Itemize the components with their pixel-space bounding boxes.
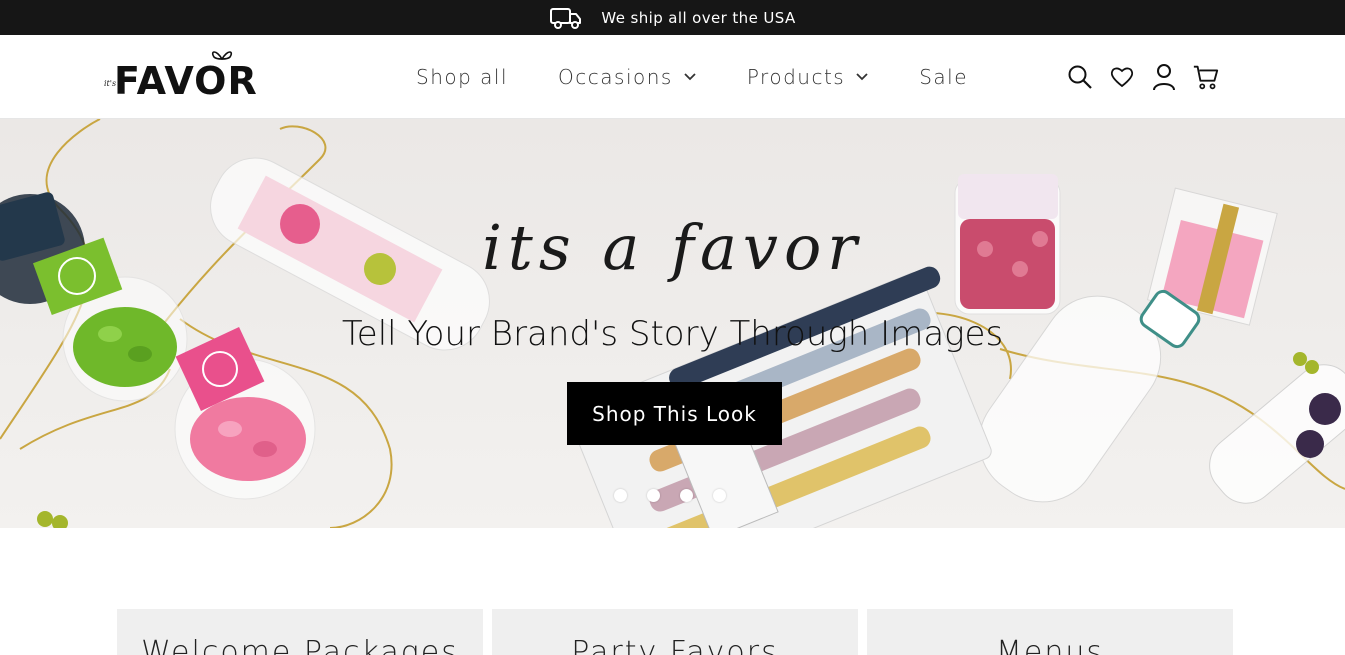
logo[interactable]: it's a FAVOR: [104, 47, 280, 103]
slide-dot-2[interactable]: [647, 489, 660, 502]
wishlist-button[interactable]: [1108, 62, 1136, 92]
heart-icon: [1110, 67, 1134, 88]
slide-dot-4[interactable]: [713, 489, 726, 502]
site-header: it's a FAVOR Shop all Occasions Products…: [0, 35, 1345, 119]
category-title: Menus: [996, 635, 1104, 655]
nav-products[interactable]: Products: [747, 65, 869, 89]
cart-button[interactable]: [1192, 62, 1220, 92]
slide-dot-1[interactable]: [614, 489, 627, 502]
announcement-bar: We ship all over the USA: [0, 0, 1345, 35]
slide-dot-3[interactable]: [680, 489, 693, 502]
search-icon: [1068, 65, 1092, 89]
nav-label: Occasions: [558, 65, 673, 89]
category-card-party-favors[interactable]: Party Favors: [492, 609, 858, 655]
category-cards: Welcome Packages Party Favors Menus: [117, 609, 1233, 655]
header-icons: [1066, 62, 1220, 92]
category-title: Welcome Packages: [141, 635, 459, 655]
slideshow-dots: [614, 489, 726, 502]
chevron-down-icon: [684, 73, 696, 81]
nav-occasions[interactable]: Occasions: [558, 65, 697, 89]
category-card-welcome-packages[interactable]: Welcome Packages: [117, 609, 483, 655]
announcement-text: We ship all over the USA: [601, 8, 796, 27]
chevron-down-icon: [856, 73, 868, 81]
shop-this-look-button[interactable]: Shop This Look: [567, 382, 782, 445]
logo-wordmark: FAVOR: [114, 59, 258, 103]
category-card-menus[interactable]: Menus: [867, 609, 1233, 655]
nav-label: Shop all: [416, 65, 509, 89]
truck-icon: [550, 7, 582, 29]
nav-sale[interactable]: Sale: [919, 65, 968, 89]
cart-icon: [1193, 65, 1219, 90]
nav-shop-all[interactable]: Shop all: [416, 65, 508, 89]
account-icon: [1153, 64, 1175, 91]
main-nav: Shop all Occasions Products Sale: [416, 35, 1018, 119]
nav-label: Sale: [919, 65, 969, 89]
hero-script-title: its a favor: [482, 211, 863, 284]
search-button[interactable]: [1066, 62, 1094, 92]
account-button[interactable]: [1150, 62, 1178, 92]
hero-heading: Tell Your Brand's Story Through Images: [341, 314, 1004, 354]
nav-label: Products: [746, 65, 846, 89]
category-title: Party Favors: [571, 635, 779, 655]
hero-banner: its a favor Tell Your Brand's Story Thro…: [0, 119, 1345, 528]
